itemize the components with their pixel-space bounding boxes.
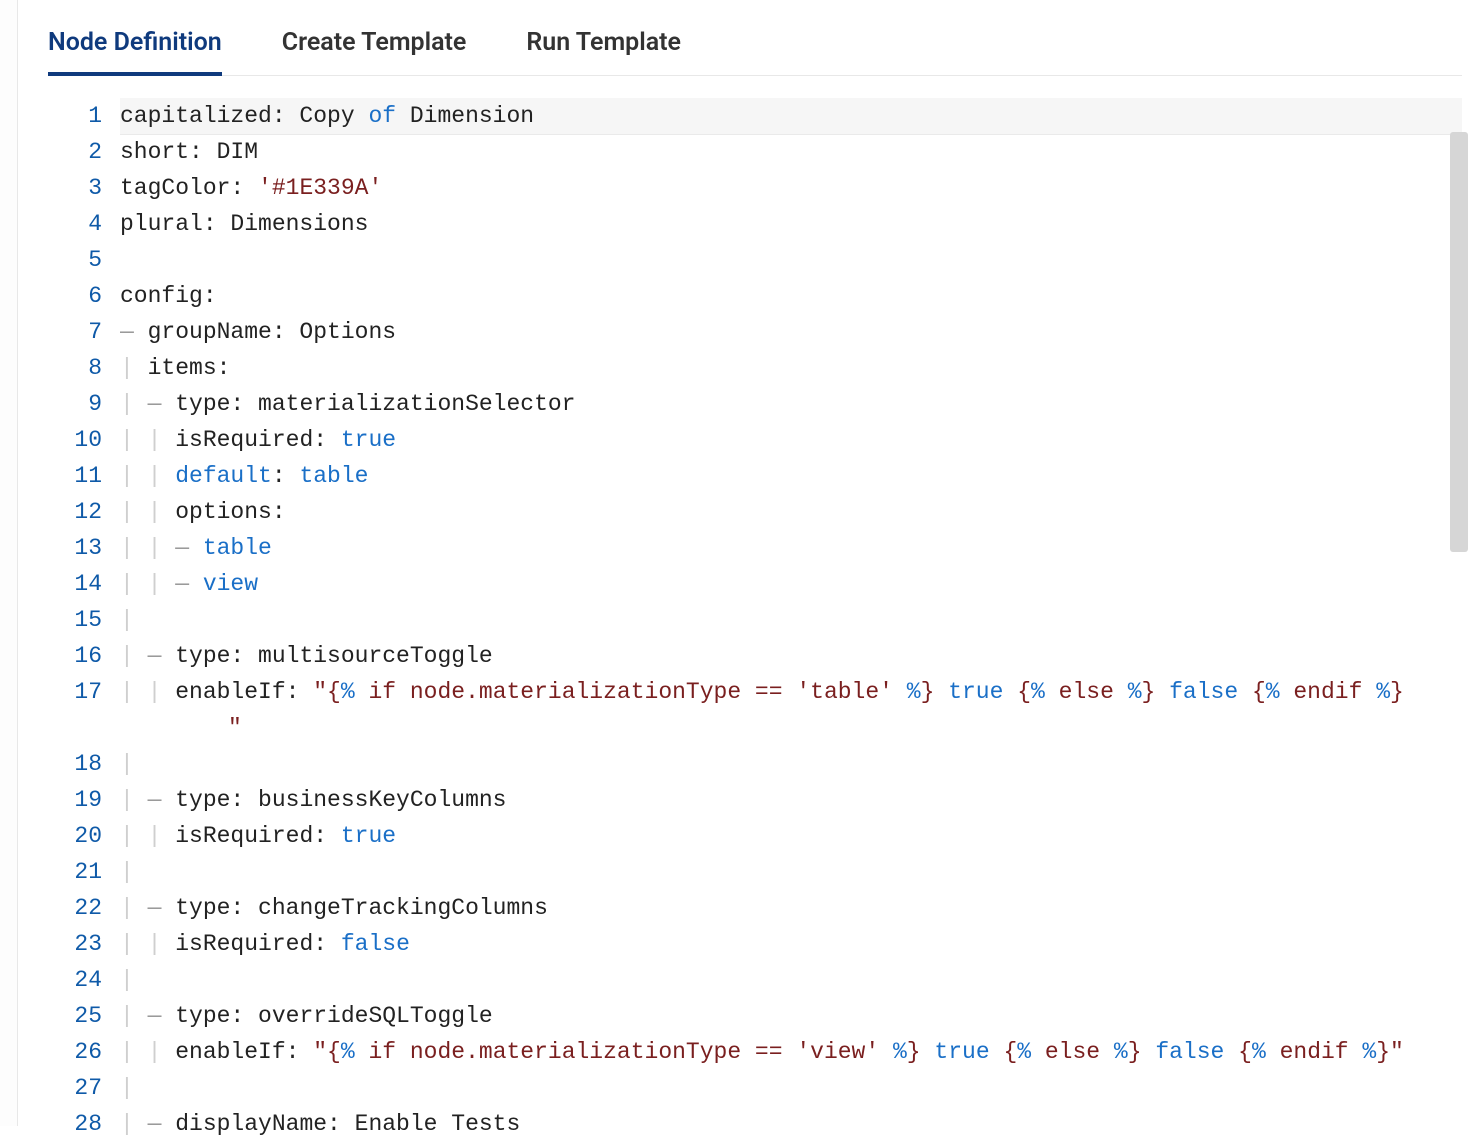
line-number-gutter: 1234567891011121314151617181920212223242… [48,98,120,1142]
line-number: 2 [48,134,102,170]
line-number: 5 [48,242,102,278]
code-line[interactable]: | items: [120,350,1462,386]
line-number: 21 [48,854,102,890]
code-content[interactable]: capitalized: Copy of Dimensionshort: DIM… [120,98,1462,1142]
line-number: 3 [48,170,102,206]
code-line[interactable]: | | enableIf: "{% if node.materializatio… [120,674,1462,710]
code-line[interactable]: | | options: [120,494,1462,530]
line-number: 22 [48,890,102,926]
line-number: 23 [48,926,102,962]
code-line[interactable]: | [120,602,1462,638]
code-line[interactable]: | [120,1070,1462,1106]
code-line[interactable]: | | — table [120,530,1462,566]
code-line[interactable]: | — displayName: Enable Tests [120,1106,1462,1142]
code-line[interactable] [120,242,1462,278]
line-number: 11 [48,458,102,494]
code-editor[interactable]: 1234567891011121314151617181920212223242… [48,98,1462,1142]
line-number: 14 [48,566,102,602]
code-line[interactable]: | — type: materializationSelector [120,386,1462,422]
tab-run-template[interactable]: Run Template [526,28,681,75]
line-number: 4 [48,206,102,242]
line-number: 6 [48,278,102,314]
code-line[interactable]: | [120,746,1462,782]
left-panel-edge[interactable] [0,0,18,1126]
line-number: 28 [48,1106,102,1142]
tab-create-template[interactable]: Create Template [282,28,467,75]
line-number: 10 [48,422,102,458]
code-line[interactable]: | | isRequired: true [120,818,1462,854]
code-line[interactable]: — groupName: Options [120,314,1462,350]
code-line[interactable]: | [120,854,1462,890]
tabbar: Node Definition Create Template Run Temp… [48,0,1462,76]
line-number: 25 [48,998,102,1034]
line-number [48,710,102,746]
code-line[interactable]: | | enableIf: "{% if node.materializatio… [120,1034,1462,1070]
tab-node-definition[interactable]: Node Definition [48,28,222,75]
code-line[interactable]: short: DIM [120,134,1462,170]
code-line[interactable]: | — type: changeTrackingColumns [120,890,1462,926]
code-line[interactable]: | | isRequired: true [120,422,1462,458]
code-line[interactable]: | — type: multisourceToggle [120,638,1462,674]
line-number: 8 [48,350,102,386]
editor-scrollbar[interactable] [1450,132,1468,552]
code-line[interactable]: | — type: businessKeyColumns [120,782,1462,818]
line-number: 26 [48,1034,102,1070]
line-number: 17 [48,674,102,710]
line-number: 18 [48,746,102,782]
line-number: 19 [48,782,102,818]
code-line[interactable]: " [120,710,1462,746]
line-number: 12 [48,494,102,530]
line-number: 24 [48,962,102,998]
code-line[interactable]: plural: Dimensions [120,206,1462,242]
code-line[interactable]: | [120,962,1462,998]
line-number: 9 [48,386,102,422]
line-number: 27 [48,1070,102,1106]
code-line[interactable]: capitalized: Copy of Dimension [120,98,1462,134]
line-number: 15 [48,602,102,638]
line-number: 7 [48,314,102,350]
main-panel: Node Definition Create Template Run Temp… [18,0,1480,1126]
code-line[interactable]: | | — view [120,566,1462,602]
code-line[interactable]: | — type: overrideSQLToggle [120,998,1462,1034]
line-number: 16 [48,638,102,674]
code-line[interactable]: | | default: table [120,458,1462,494]
line-number: 13 [48,530,102,566]
line-number: 20 [48,818,102,854]
line-number: 1 [48,98,102,134]
code-line[interactable]: tagColor: '#1E339A' [120,170,1462,206]
code-line[interactable]: config: [120,278,1462,314]
code-line[interactable]: | | isRequired: false [120,926,1462,962]
